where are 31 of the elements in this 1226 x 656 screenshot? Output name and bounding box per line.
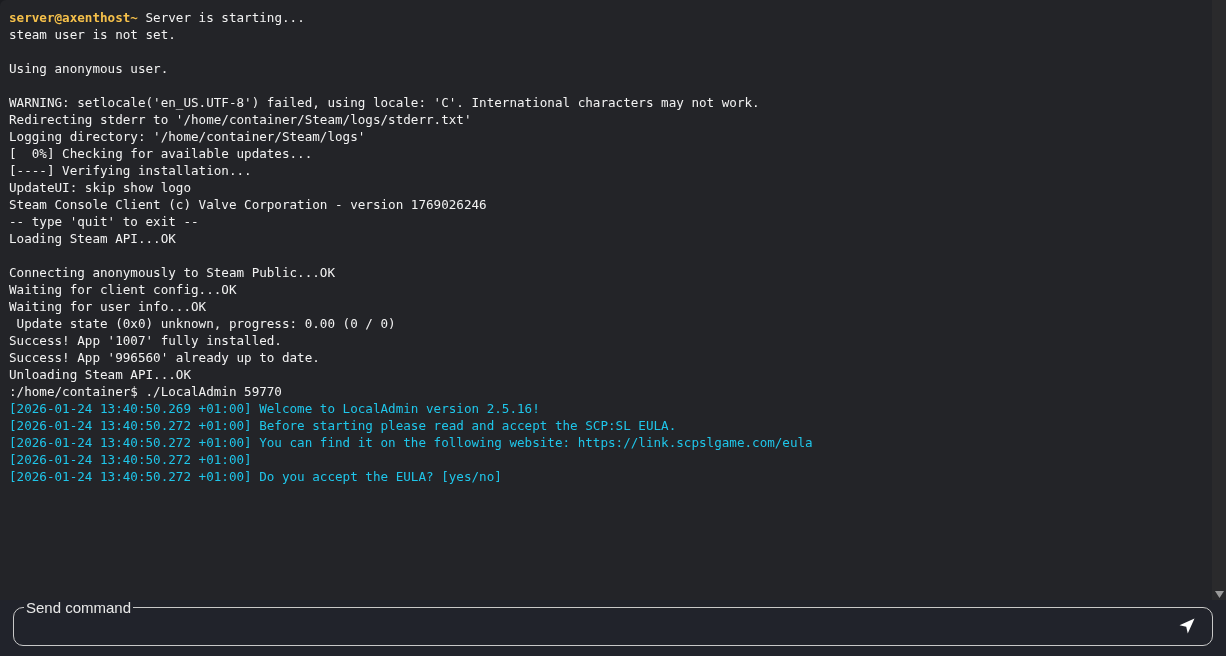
console-line: Using anonymous user. (9, 61, 169, 76)
console-line: :/home/container$ ./LocalAdmin 59770 (9, 384, 282, 399)
console-line: [2026-01-24 13:40:50.272 +01:00] (9, 452, 252, 467)
console-line: [2026-01-24 13:40:50.269 +01:00] Welcome to LocalAdmin version 2.5.16! (9, 401, 540, 416)
console-line: [2026-01-24 13:40:50.272 +01:00] Do you accept the EULA? [yes/no] (9, 469, 502, 484)
console-line: Loading Steam API...OK (9, 231, 176, 246)
scroll-down-icon[interactable] (1214, 591, 1224, 598)
console-line: [2026-01-24 13:40:50.272 +01:00] You can find it on the following website: https://link.scpslgame.com/eula (9, 435, 813, 450)
command-field[interactable]: Send command (13, 600, 1213, 646)
console-line: Unloading Steam API...OK (9, 367, 191, 382)
send-button[interactable] (1178, 617, 1196, 635)
scrollbar[interactable] (1212, 0, 1226, 600)
prompt-text: server@axenthost~ (9, 10, 138, 25)
console-line: [ 0%] Checking for available updates... (9, 146, 313, 161)
console-line: Logging directory: '/home/container/Steam/logs' (9, 129, 366, 144)
console-line: Connecting anonymously to Steam Public...OK (9, 265, 336, 280)
console-line: steam user is not set. (9, 27, 176, 42)
console-line: -- type 'quit' to exit -- (9, 214, 199, 229)
console-line: [2026-01-24 13:40:50.272 +01:00] Before starting please read and accept the SCP:SL EULA. (9, 418, 677, 433)
console-line: Steam Console Client (c) Valve Corporation - version 1769026246 (9, 197, 487, 212)
console-line: Redirecting stderr to '/home/container/Steam/logs/stderr.txt' (9, 112, 472, 127)
console-line: Waiting for user info...OK (9, 299, 207, 314)
console-line: Success! App '1007' fully installed. (9, 333, 282, 348)
console-line: UpdateUI: skip show logo (9, 180, 191, 195)
send-icon (1178, 617, 1196, 635)
console-line: [----] Verifying installation... (9, 163, 252, 178)
console-line: Waiting for client config...OK (9, 282, 237, 297)
console-line: Success! App '996560' already up to date. (9, 350, 320, 365)
console-line: Server is starting... (144, 10, 305, 25)
console-line: WARNING: setlocale('en_US.UTF-8') failed, using locale: 'C'. International characters may not work. (9, 95, 760, 110)
console-line: Update state (0x0) unknown, progress: 0.00 (0 / 0) (15, 316, 396, 331)
